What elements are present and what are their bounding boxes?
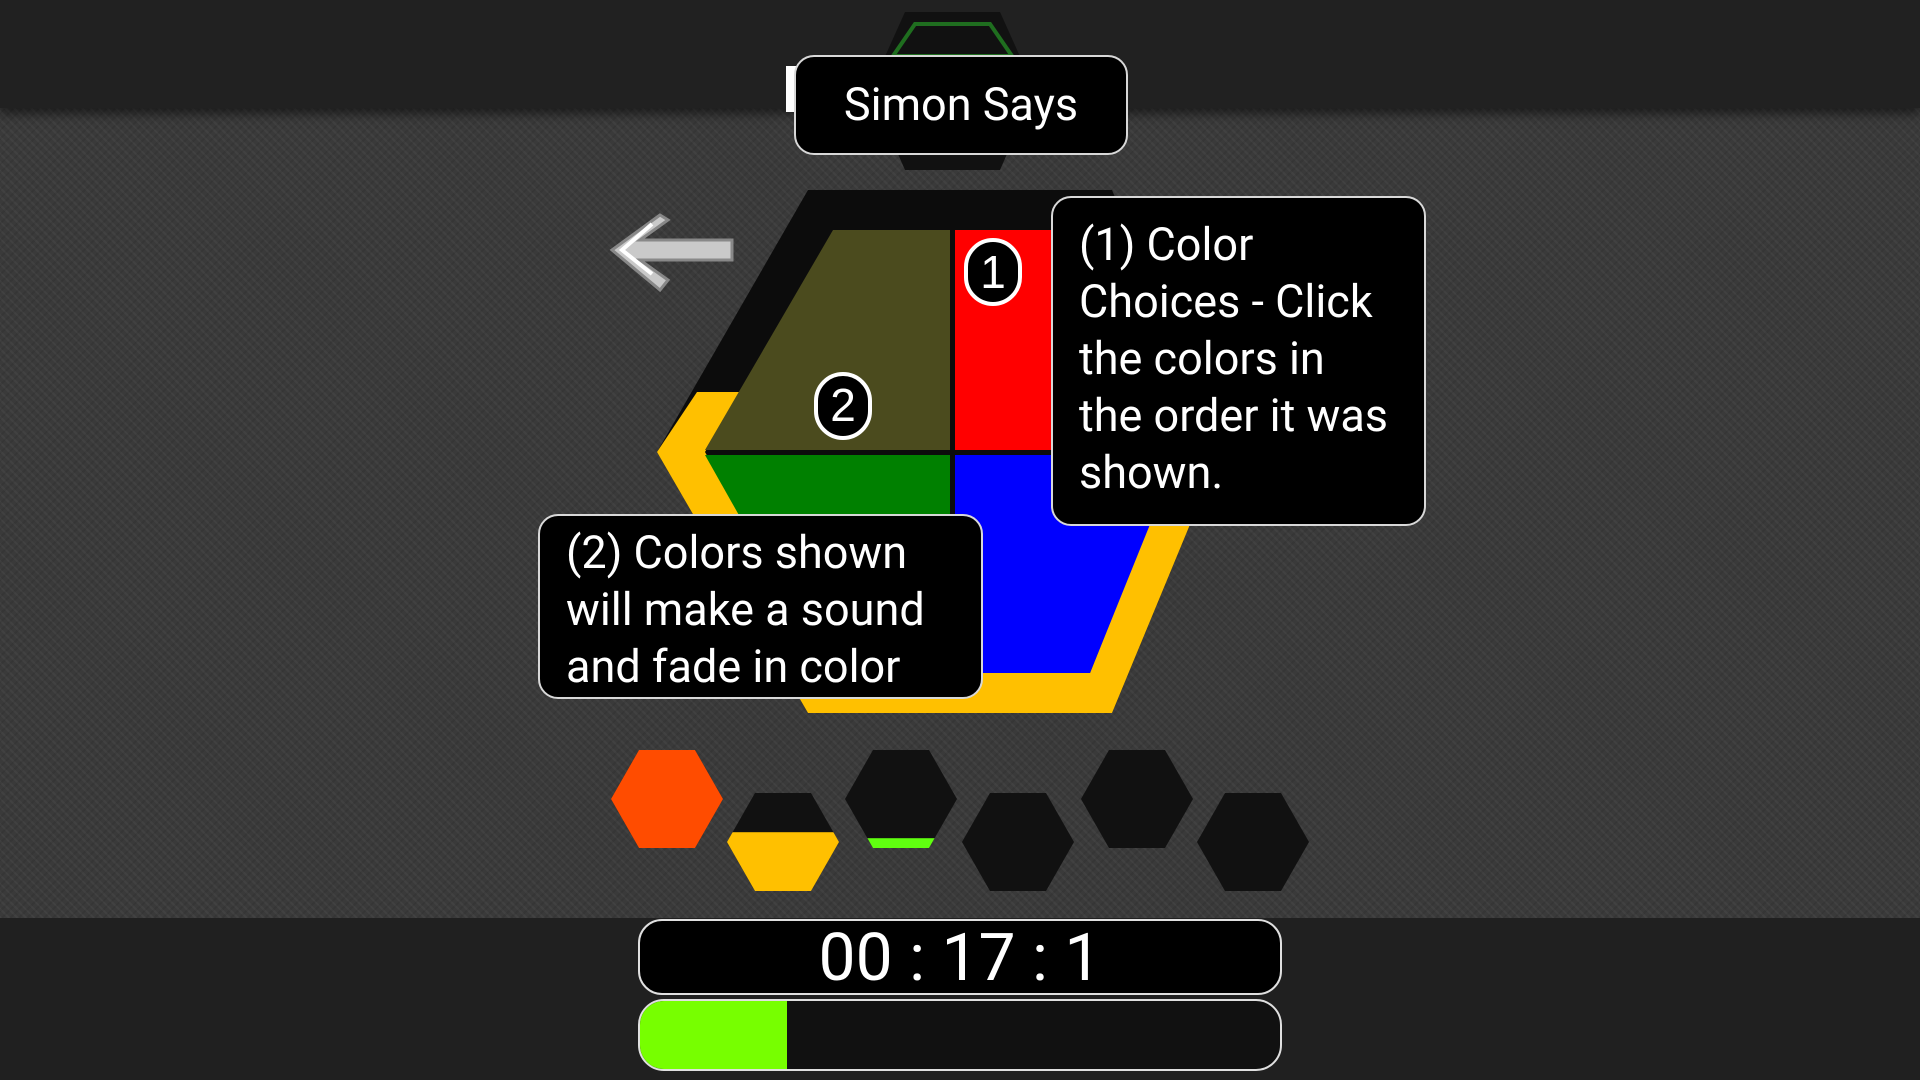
sequence-hexagon xyxy=(1081,750,1193,848)
title-tooltip: Simon Says xyxy=(794,55,1128,155)
color-choices-tooltip: (1) Color Choices - Click the colors in … xyxy=(1051,196,1426,526)
colors-shown-tooltip: (2) Colors shown will make a sound and f… xyxy=(538,514,983,699)
sequence-hexagon-fill xyxy=(845,838,957,848)
marker-1-label: 1 xyxy=(980,246,1006,298)
progress-bar xyxy=(638,999,1282,1071)
sequence-hexagon-fill xyxy=(727,832,839,891)
sequence-hexagon-fill xyxy=(611,750,723,848)
sequence-hexagon xyxy=(845,750,957,848)
progress-fill xyxy=(640,1001,788,1069)
timer: 00 : 17 : 1 xyxy=(638,919,1282,997)
sequence-hexagon xyxy=(1197,793,1309,891)
sequence-hexagon xyxy=(962,793,1074,891)
sequence-row xyxy=(611,750,1309,891)
marker-2-label: 2 xyxy=(830,379,856,431)
back-arrow-icon[interactable] xyxy=(609,213,734,293)
